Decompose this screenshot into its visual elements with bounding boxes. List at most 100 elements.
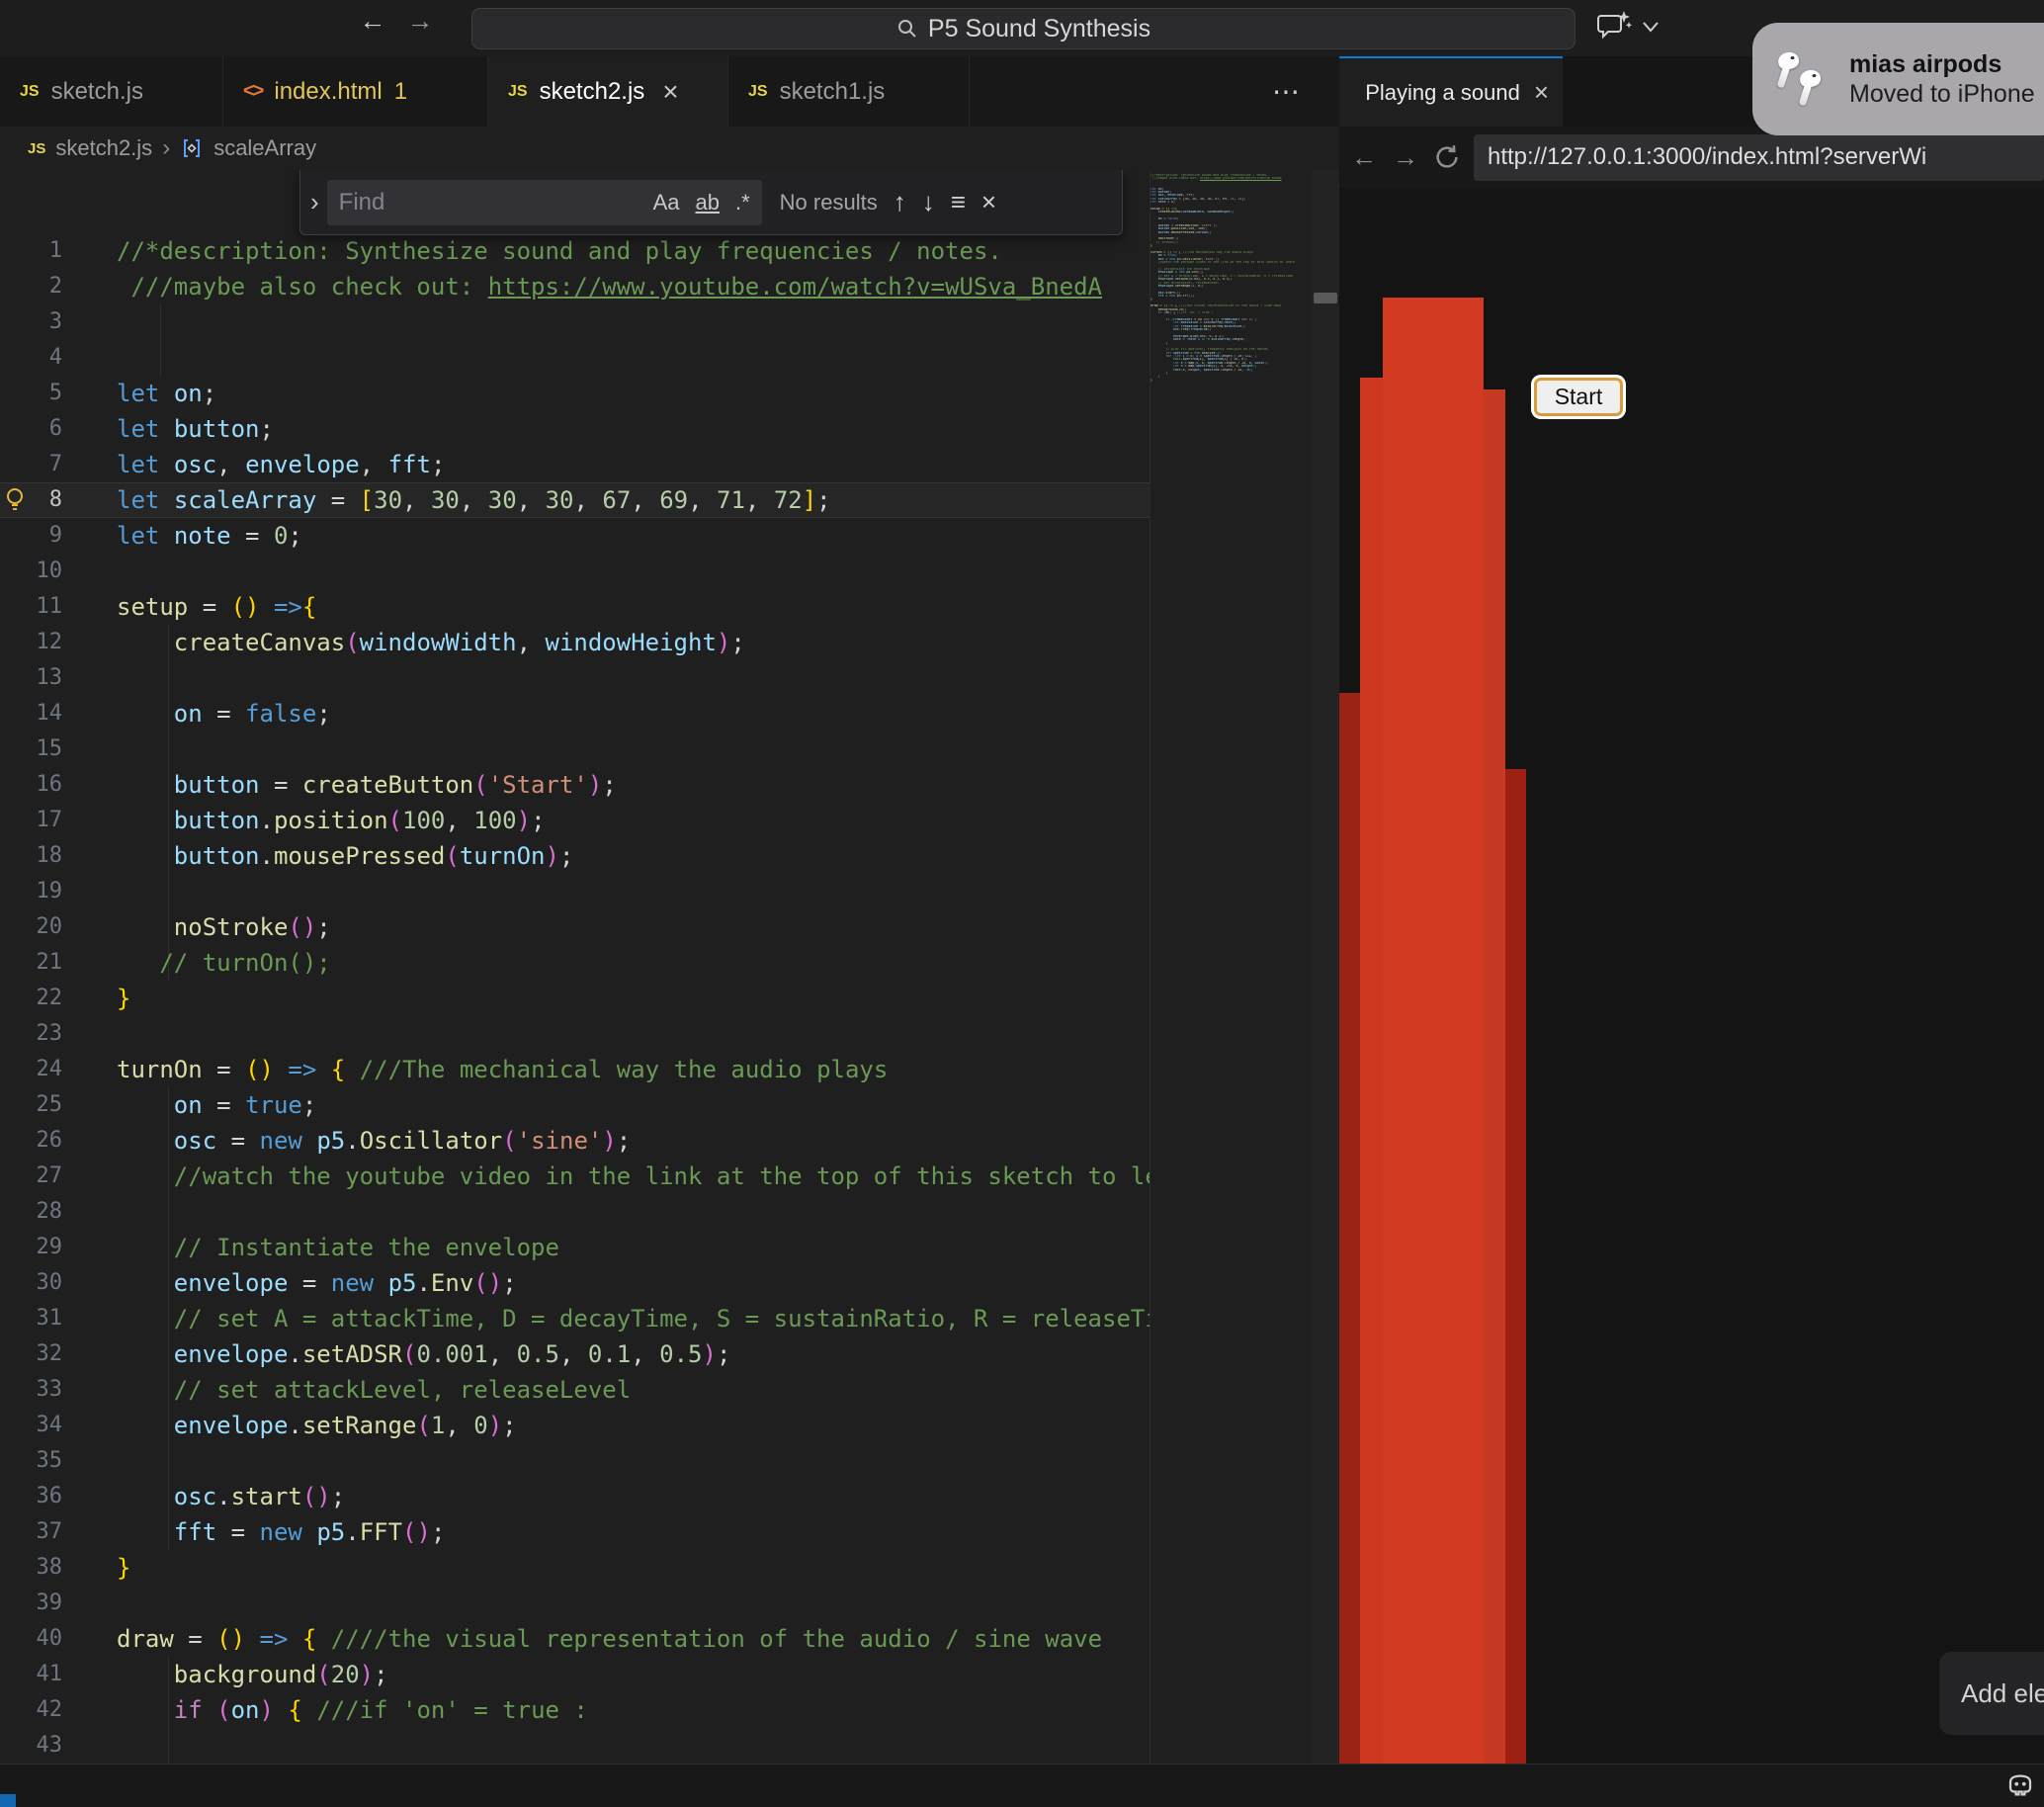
preview-navbar: ← → http://127.0.0.1:3000/index.html?ser… xyxy=(1339,127,2044,188)
lightbulb-icon[interactable] xyxy=(3,486,27,517)
url-bar[interactable]: http://127.0.0.1:3000/index.html?serverW… xyxy=(1474,134,2044,181)
find-close-icon[interactable]: × xyxy=(981,187,996,217)
command-center-search[interactable]: P5 Sound Synthesis xyxy=(471,8,1576,49)
js-file-icon: JS xyxy=(748,83,768,101)
code-text: let scaleArray = [30, 30, 30, 30, 67, 69… xyxy=(117,482,831,518)
search-icon xyxy=(896,18,918,40)
preview-forward-icon[interactable]: → xyxy=(1389,142,1422,173)
find-in-selection-icon[interactable]: ≡ xyxy=(951,187,966,217)
tab-sketch2.js[interactable]: JS sketch2.js × xyxy=(488,56,728,127)
js-file-icon: JS xyxy=(508,83,528,101)
code-line-15: 15 xyxy=(0,731,1150,767)
airpods-notification[interactable]: mias airpods Moved to iPhone xyxy=(1752,23,2044,135)
indent-guide xyxy=(168,874,169,909)
chevron-down-icon xyxy=(1641,20,1661,34)
code-line-2: 2 ///maybe also check out: https://www.y… xyxy=(0,269,1150,304)
code-text: // set A = attackTime, D = decayTime, S … xyxy=(117,1301,1150,1336)
code-text: on = false; xyxy=(117,696,331,731)
tab-label: sketch2.js xyxy=(540,78,645,106)
code-text: button.mousePressed(turnOn); xyxy=(117,838,573,874)
line-number: 3 xyxy=(0,304,62,340)
regex-icon[interactable]: .* xyxy=(735,190,750,215)
copilot-chat-button[interactable] xyxy=(1595,10,1661,43)
code-text: if (on) { ///if 'on' = true : xyxy=(117,1692,588,1728)
code-text: //watch the youtube video in the link at… xyxy=(117,1159,1150,1194)
line-number: 41 xyxy=(0,1657,62,1692)
tab-label: sketch.js xyxy=(51,78,143,106)
breadcrumb-separator: › xyxy=(162,134,170,162)
reload-icon[interactable] xyxy=(1432,142,1462,172)
line-number: 42 xyxy=(0,1692,62,1728)
code-line-32: 32 envelope.setADSR(0.001, 0.5, 0.1, 0.5… xyxy=(0,1336,1150,1372)
indent-guide xyxy=(168,1443,169,1479)
code-text: let on; xyxy=(117,376,216,411)
breadcrumb-file[interactable]: sketch2.js xyxy=(55,135,152,161)
code-text: envelope = new p5.Env(); xyxy=(117,1265,517,1301)
code-line-18: 18 button.mousePressed(turnOn); xyxy=(0,838,1150,874)
code-line-33: 33 // set attackLevel, releaseLevel xyxy=(0,1372,1150,1408)
breadcrumb-symbol[interactable]: scaleArray xyxy=(213,135,316,161)
indent-guide xyxy=(168,1728,169,1764)
line-number: 10 xyxy=(0,554,62,589)
code-line-8: 8let scaleArray = [30, 30, 30, 30, 67, 6… xyxy=(0,482,1150,518)
code-text: background(20); xyxy=(117,1657,388,1692)
code-text: draw = () => { ////the visual representa… xyxy=(117,1621,1102,1657)
indent-guide xyxy=(160,304,161,340)
tab-badge: 1 xyxy=(394,78,407,106)
copilot-icon[interactable] xyxy=(2004,1770,2036,1800)
whole-word-icon[interactable]: ab xyxy=(696,190,720,215)
line-number: 14 xyxy=(0,696,62,731)
find-input[interactable]: Find Aa ab .* xyxy=(327,180,762,225)
indent-guide xyxy=(168,731,169,767)
code-line-16: 16 button = createButton('Start'); xyxy=(0,767,1150,803)
line-number: 40 xyxy=(0,1621,62,1657)
code-line-31: 31 // set A = attackTime, D = decayTime,… xyxy=(0,1301,1150,1336)
code-line-27: 27 //watch the youtube video in the link… xyxy=(0,1159,1150,1194)
find-next-icon[interactable]: ↓ xyxy=(922,187,935,217)
history-back-icon[interactable]: ← xyxy=(356,6,389,37)
preview-tab-close-icon[interactable]: × xyxy=(1534,77,1549,108)
indent-guide xyxy=(168,660,169,696)
line-number: 24 xyxy=(0,1052,62,1087)
code-text: envelope.setRange(1, 0); xyxy=(117,1408,517,1443)
code-line-13: 13 xyxy=(0,660,1150,696)
line-number: 4 xyxy=(0,340,62,376)
code-text: osc = new p5.Oscillator('sine'); xyxy=(117,1123,631,1159)
start-button[interactable]: Start xyxy=(1534,378,1623,416)
line-number: 20 xyxy=(0,909,62,945)
line-number: 26 xyxy=(0,1123,62,1159)
code-line-41: 41 background(20); xyxy=(0,1657,1150,1692)
tab-sketch1.js[interactable]: JSsketch1.js xyxy=(728,56,970,127)
minimap[interactable]: //*description: Synthesize sound and pla… xyxy=(1150,170,1312,1764)
add-element-button[interactable]: Add element xyxy=(1939,1652,2044,1735)
code-text: button = createButton('Start'); xyxy=(117,767,617,803)
code-line-11: 11setup = () =>{ xyxy=(0,589,1150,625)
code-line-43: 43 xyxy=(0,1728,1150,1764)
history-forward-icon[interactable]: → xyxy=(403,6,437,37)
line-number: 35 xyxy=(0,1443,62,1479)
line-number: 16 xyxy=(0,767,62,803)
editor-tabs: JSsketch.js<>index.html1JSsketch2.js×JSs… xyxy=(0,56,1339,127)
code-editor[interactable]: 1//*description: Synthesize sound and pl… xyxy=(0,170,1150,1764)
code-text: setup = () =>{ xyxy=(117,589,316,625)
tab-close-icon[interactable]: × xyxy=(662,78,678,106)
code-line-29: 29 // Instantiate the envelope xyxy=(0,1230,1150,1265)
editor-scrollbar[interactable] xyxy=(1312,170,1339,1764)
scrollbar-thumb[interactable] xyxy=(1314,293,1337,303)
code-text: let osc, envelope, fft; xyxy=(117,447,445,482)
find-previous-icon[interactable]: ↑ xyxy=(894,187,906,217)
more-actions-icon[interactable]: ⋯ xyxy=(1272,75,1302,108)
match-case-icon[interactable]: Aa xyxy=(653,190,680,215)
code-line-23: 23 xyxy=(0,1016,1150,1052)
code-line-7: 7let osc, envelope, fft; xyxy=(0,447,1150,482)
preview-back-icon[interactable]: ← xyxy=(1347,142,1381,173)
code-line-25: 25 on = true; xyxy=(0,1087,1150,1123)
code-text: createCanvas(windowWidth, windowHeight); xyxy=(117,625,745,660)
line-number: 39 xyxy=(0,1586,62,1621)
tab-index.html[interactable]: <>index.html1 xyxy=(223,56,488,127)
find-collapse-icon[interactable]: › xyxy=(310,187,319,217)
tab-playing-a-sound[interactable]: Playing a sound × xyxy=(1339,56,1563,127)
code-text: } xyxy=(117,1550,130,1586)
line-number: 32 xyxy=(0,1336,62,1372)
tab-sketch.js[interactable]: JSsketch.js xyxy=(0,56,223,127)
